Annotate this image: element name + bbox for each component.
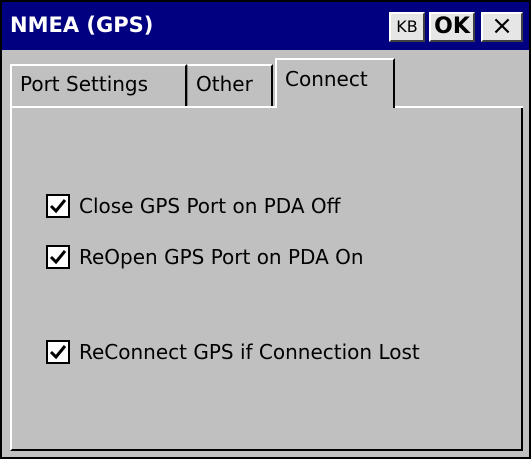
selected-tab-gap: [277, 106, 391, 110]
checkmark-icon: [49, 250, 67, 265]
settings-window: NMEA (GPS) KB OK × Port Settings Other C…: [0, 0, 531, 459]
connect-panel: Close GPS Port on PDA Off ReOpen GPS Por…: [10, 108, 523, 451]
close-button[interactable]: ×: [481, 12, 523, 42]
option-label: ReConnect GPS if Connection Lost: [79, 340, 420, 364]
title-bar: NMEA (GPS) KB OK ×: [2, 2, 529, 50]
tab-connect[interactable]: Connect: [275, 58, 395, 108]
option-label: Close GPS Port on PDA Off: [79, 194, 341, 218]
close-icon: ×: [491, 11, 513, 41]
keyboard-button[interactable]: KB: [389, 12, 425, 42]
option-close-port-on-pda-off[interactable]: Close GPS Port on PDA Off: [46, 192, 340, 220]
checkbox-reopen-port[interactable]: [46, 245, 70, 269]
tab-strip: Port Settings Other Connect: [2, 50, 529, 108]
option-label: ReOpen GPS Port on PDA On: [79, 245, 364, 269]
tab-other[interactable]: Other: [187, 64, 273, 106]
ok-button[interactable]: OK: [429, 12, 475, 42]
option-reconnect-gps[interactable]: ReConnect GPS if Connection Lost: [46, 338, 420, 366]
checkbox-reconnect-gps[interactable]: [46, 340, 70, 364]
tab-panel-top-border: [10, 106, 523, 108]
checkbox-close-port[interactable]: [46, 194, 70, 218]
checkmark-icon: [49, 345, 67, 360]
option-reopen-port-on-pda-on[interactable]: ReOpen GPS Port on PDA On: [46, 243, 364, 271]
tab-port-settings[interactable]: Port Settings: [10, 64, 187, 106]
window-title: NMEA (GPS): [10, 13, 154, 37]
checkmark-icon: [49, 199, 67, 214]
